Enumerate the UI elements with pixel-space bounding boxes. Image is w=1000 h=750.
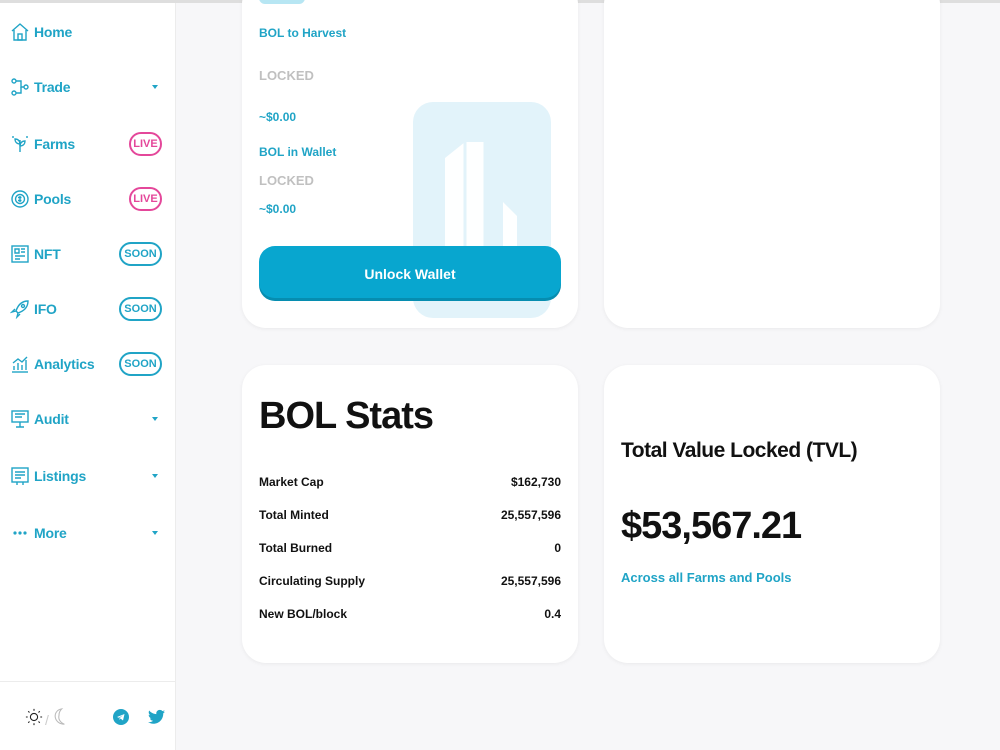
tvl-card: Total Value Locked (TVL) $53,567.21 Acro… xyxy=(604,365,940,663)
stat-row-total-burned: Total Burned 0 xyxy=(259,538,561,558)
chevron-down-icon xyxy=(152,531,158,535)
listings-icon xyxy=(9,465,31,487)
tvl-title: Total Value Locked (TVL) xyxy=(621,439,858,462)
twitter-icon[interactable] xyxy=(148,709,165,725)
bol-to-harvest-label: BOL to Harvest xyxy=(259,26,347,40)
harvest-card: BOL to Harvest LOCKED ~$0.00 BOL in Wall… xyxy=(242,0,578,328)
ifo-icon xyxy=(9,298,31,320)
stat-value: 0 xyxy=(554,541,561,555)
sidebar-item-audit[interactable]: Audit xyxy=(0,399,176,439)
stat-label: Market Cap xyxy=(259,475,324,489)
stat-row-new-bol-per-block: New BOL/block 0.4 xyxy=(259,604,561,624)
soon-badge: SOON xyxy=(119,297,162,321)
sidebar-item-label: Farms xyxy=(34,136,76,152)
sidebar-item-label: Home xyxy=(34,24,73,40)
chevron-down-icon xyxy=(152,474,158,478)
stat-label: New BOL/block xyxy=(259,607,348,621)
sidebar-item-label: IFO xyxy=(34,301,57,317)
stat-value: 25,557,596 xyxy=(500,508,561,522)
sidebar-footer: / xyxy=(0,681,176,750)
stat-value: $162,730 xyxy=(510,475,561,489)
sidebar-item-label: NFT xyxy=(34,246,61,262)
sidebar-item-label: Trade xyxy=(34,79,71,95)
sidebar-item-home[interactable]: Home xyxy=(0,12,176,52)
telegram-icon[interactable] xyxy=(113,709,129,725)
sun-icon xyxy=(25,708,43,731)
theme-separator: / xyxy=(45,711,49,728)
announcement-card xyxy=(604,0,940,328)
sidebar-item-label: Pools xyxy=(34,191,72,207)
wallet-usd-value: ~$0.00 xyxy=(259,202,297,216)
pools-icon xyxy=(9,188,31,210)
tvl-value: $53,567.21 xyxy=(621,505,802,547)
home-icon xyxy=(9,21,31,43)
more-icon xyxy=(9,522,31,544)
soon-badge: SOON xyxy=(119,352,162,376)
stats-title: BOL Stats xyxy=(259,395,434,437)
unlock-wallet-button[interactable]: Unlock Wallet xyxy=(259,246,561,301)
nft-icon xyxy=(9,243,31,265)
stat-value: 0.4 xyxy=(544,607,561,621)
live-badge: LIVE xyxy=(129,132,162,156)
wallet-status: LOCKED xyxy=(259,173,314,188)
sidebar-item-pools[interactable]: Pools LIVE xyxy=(0,179,176,219)
bol-in-wallet-label: BOL in Wallet xyxy=(259,145,337,159)
sidebar-item-analytics[interactable]: Analytics SOON xyxy=(0,344,176,384)
sidebar-item-nft[interactable]: NFT SOON xyxy=(0,234,176,274)
tvl-subtitle: Across all Farms and Pools xyxy=(621,570,792,585)
stat-label: Total Minted xyxy=(259,508,329,522)
sidebar-item-label: Audit xyxy=(34,411,69,427)
sidebar-item-more[interactable]: More xyxy=(0,513,176,553)
analytics-icon xyxy=(9,353,31,375)
sidebar: Home Trade Farms LIVE Pools LIVE NFT SOO… xyxy=(0,3,176,750)
trade-icon xyxy=(9,76,31,98)
sidebar-item-label: More xyxy=(34,525,67,541)
farms-icon xyxy=(9,133,31,155)
live-badge: LIVE xyxy=(129,187,162,211)
stat-label: Total Burned xyxy=(259,541,333,555)
stat-row-market-cap: Market Cap $162,730 xyxy=(259,472,561,492)
soon-badge: SOON xyxy=(119,242,162,266)
audit-icon xyxy=(9,408,31,430)
stat-row-circulating-supply: Circulating Supply 25,557,596 xyxy=(259,571,561,591)
chevron-down-icon xyxy=(152,85,158,89)
moon-icon xyxy=(51,708,67,731)
sidebar-item-farms[interactable]: Farms LIVE xyxy=(0,124,176,164)
top-pill-decoration xyxy=(259,0,305,4)
theme-toggle[interactable]: / xyxy=(25,708,67,731)
stat-value: 25,557,596 xyxy=(500,574,561,588)
stat-row-total-minted: Total Minted 25,557,596 xyxy=(259,505,561,525)
sidebar-item-label: Listings xyxy=(34,468,87,484)
sidebar-item-trade[interactable]: Trade xyxy=(0,67,176,107)
harvest-status: LOCKED xyxy=(259,68,314,83)
harvest-usd-value: ~$0.00 xyxy=(259,110,297,124)
bol-stats-card: BOL Stats Market Cap $162,730 Total Mint… xyxy=(242,365,578,663)
sidebar-item-label: Analytics xyxy=(34,356,95,372)
sidebar-item-listings[interactable]: Listings xyxy=(0,456,176,496)
sidebar-item-ifo[interactable]: IFO SOON xyxy=(0,289,176,329)
stat-label: Circulating Supply xyxy=(259,574,366,588)
chevron-down-icon xyxy=(152,417,158,421)
